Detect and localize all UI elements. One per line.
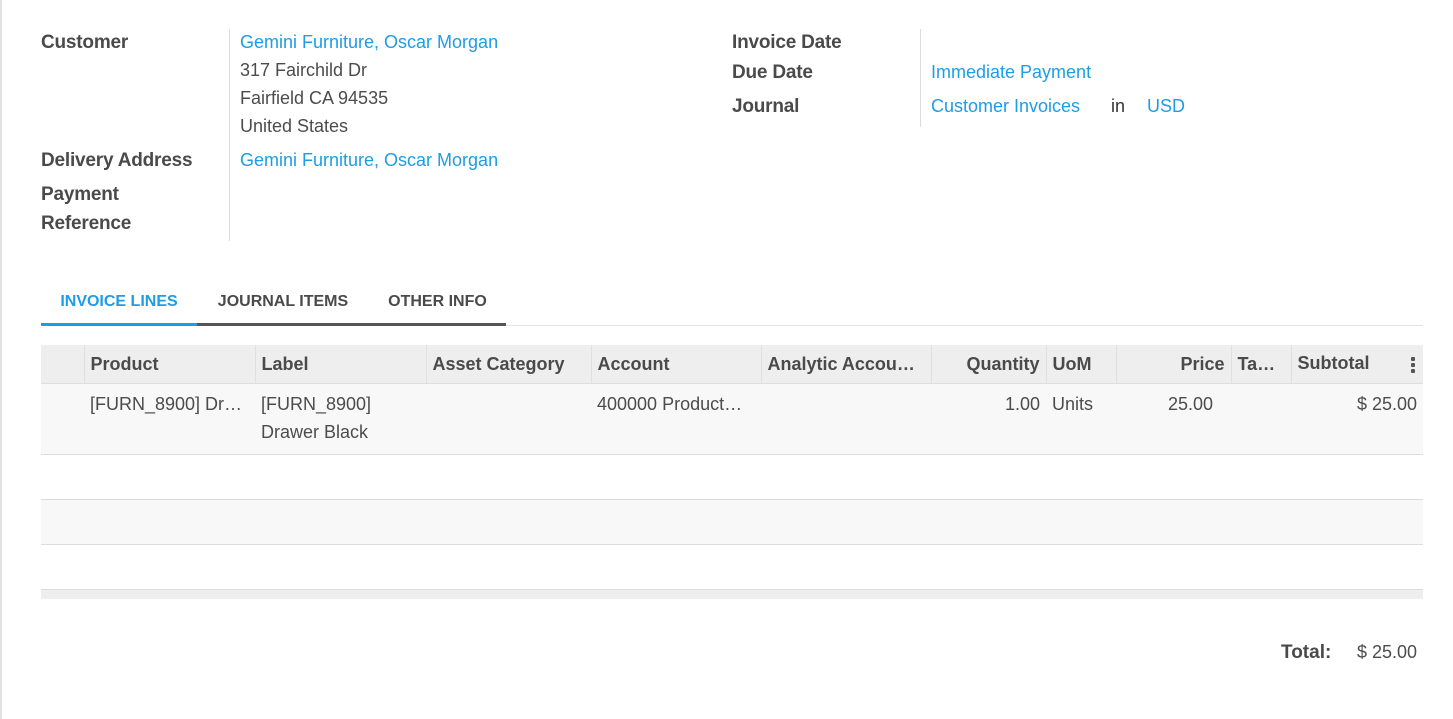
customer-address-country: United States (240, 116, 349, 136)
total-label: Total: (1281, 642, 1332, 663)
left-panel-border (0, 0, 2, 719)
cell-quantity[interactable]: 1.00 (931, 383, 1046, 455)
field-separator-right (920, 29, 921, 127)
table-footer (41, 589, 1423, 599)
column-header-taxes[interactable]: Taxes (1230, 345, 1291, 384)
customer-address-street: 317 Fairchild Dr (240, 60, 368, 80)
total-amount: $ 25.00 (1357, 642, 1418, 662)
column-header-quantity[interactable]: Quantity (930, 345, 1046, 384)
invoice-lines-table: Product Label Asset Category Account Ana… (41, 345, 1423, 599)
cell-product[interactable]: [FURN_8900] Dr… (84, 383, 255, 455)
delivery-address-label: Delivery Address (41, 150, 193, 171)
cell-label-line1: [FURN_8900] (261, 394, 372, 414)
customer-address-city: Fairfield CA 94535 (240, 88, 389, 108)
cell-price[interactable]: 25.00 (1116, 383, 1231, 455)
payment-reference-label-line2: Reference (41, 213, 132, 234)
invoice-date-label: Invoice Date (732, 32, 842, 53)
customer-label: Customer (41, 32, 129, 53)
column-header-subtotal[interactable]: Subtotal (1290, 345, 1423, 384)
delivery-address-link[interactable]: Gemini Furniture, Oscar Morgan (240, 150, 498, 171)
payment-reference-label: Payment (41, 184, 119, 205)
row-handle (41, 383, 84, 455)
empty-row (41, 499, 1423, 545)
column-header-asset-category[interactable]: Asset Category (425, 345, 591, 384)
payment-reference-field[interactable] (240, 184, 540, 208)
invoice-date-field[interactable] (931, 32, 1181, 56)
empty-row (41, 454, 1423, 500)
cell-uom[interactable]: Units (1046, 383, 1116, 455)
column-header-handle (41, 345, 84, 384)
optional-columns-kebab-icon[interactable] (1411, 355, 1415, 375)
column-header-subtotal-label: Subtotal (1297, 353, 1370, 373)
table-header-row: Product Label Asset Category Account Ana… (41, 345, 1423, 384)
journal-label: Journal (732, 96, 800, 117)
due-date-link[interactable]: Immediate Payment (931, 62, 1091, 83)
column-header-label[interactable]: Label (254, 345, 426, 384)
cell-label[interactable]: [FURN_8900] Drawer Black (255, 383, 426, 455)
cell-label-line2: Drawer Black (261, 422, 369, 442)
tab-other-info[interactable]: OTHER INFO (369, 282, 506, 326)
journal-link[interactable]: Customer Invoices (931, 96, 1080, 117)
column-header-analytic-account[interactable]: Analytic Accoun… (760, 345, 931, 384)
cell-analytic-account[interactable] (761, 383, 931, 455)
column-header-product[interactable]: Product (83, 345, 255, 384)
journal-in-text: in (1111, 96, 1126, 116)
column-header-price[interactable]: Price (1115, 345, 1231, 384)
cell-subtotal: $ 25.00 (1291, 383, 1423, 455)
tab-invoice-lines[interactable]: INVOICE LINES (41, 282, 197, 326)
currency-link[interactable]: USD (1147, 96, 1185, 117)
column-header-account[interactable]: Account (590, 345, 761, 384)
column-header-uom[interactable]: UoM (1045, 345, 1116, 384)
table-row[interactable]: [FURN_8900] Dr… [FURN_8900] Drawer Black… (41, 383, 1423, 455)
field-separator (229, 29, 230, 241)
customer-link[interactable]: Gemini Furniture, Oscar Morgan (240, 32, 498, 53)
due-date-label: Due Date (732, 62, 813, 83)
cell-asset-category[interactable] (426, 383, 591, 455)
notebook-tabs: INVOICE LINES JOURNAL ITEMS OTHER INFO (41, 282, 1423, 326)
cell-account[interactable]: 400000 Product… (591, 383, 761, 455)
cell-taxes[interactable] (1231, 383, 1291, 455)
empty-row (41, 544, 1423, 590)
tab-journal-items[interactable]: JOURNAL ITEMS (197, 282, 369, 326)
